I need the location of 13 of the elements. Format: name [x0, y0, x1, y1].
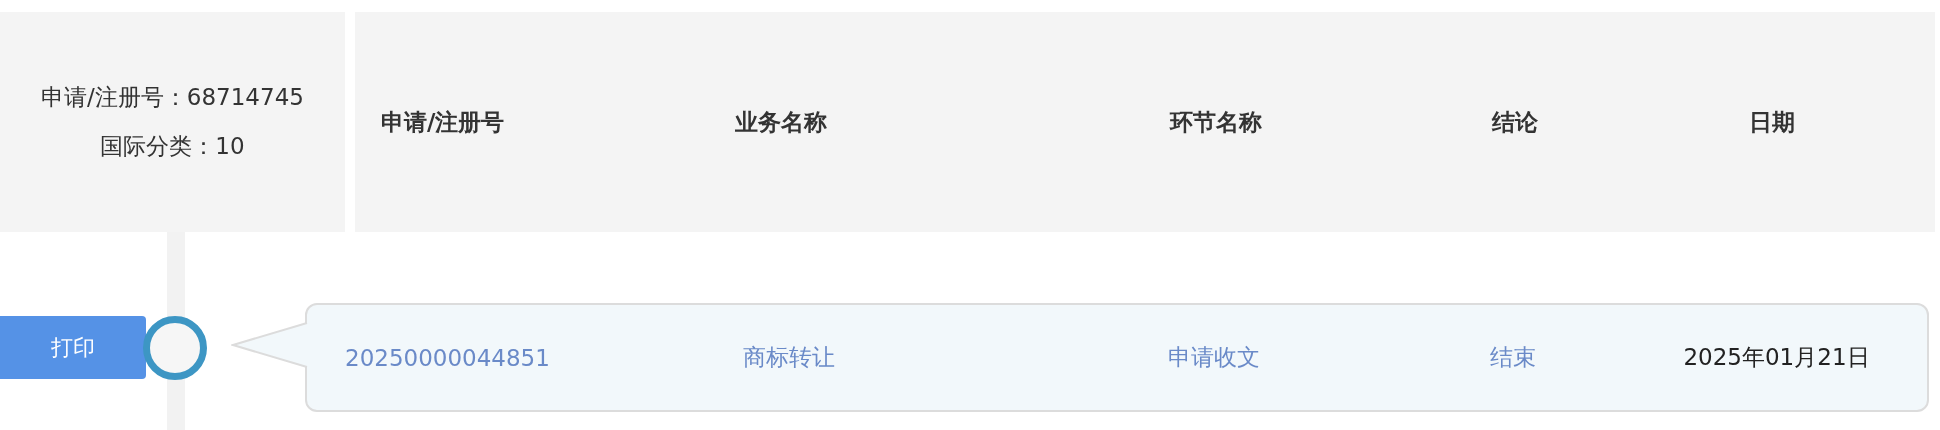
table-link[interactable]: 结束 [1490, 342, 1536, 373]
table-link[interactable]: 20250000044851 [345, 344, 550, 371]
print-button[interactable]: 打印 [0, 316, 146, 379]
summary-text: 国际分类：10 [100, 132, 245, 161]
column-header: 结论 [1492, 107, 1539, 137]
table-link[interactable]: 商标转让 [743, 342, 835, 373]
column-header: 日期 [1748, 107, 1796, 137]
table-link[interactable]: 申请收文 [1168, 342, 1260, 373]
column-header: 申请/注册号 [381, 107, 506, 137]
column-header: 业务名称 [735, 107, 828, 137]
summary-text: 申请/注册号：68714745 [41, 83, 304, 112]
column-header: 环节名称 [1170, 107, 1263, 137]
table-cell-text: 2025年01月21日 [1683, 343, 1870, 372]
